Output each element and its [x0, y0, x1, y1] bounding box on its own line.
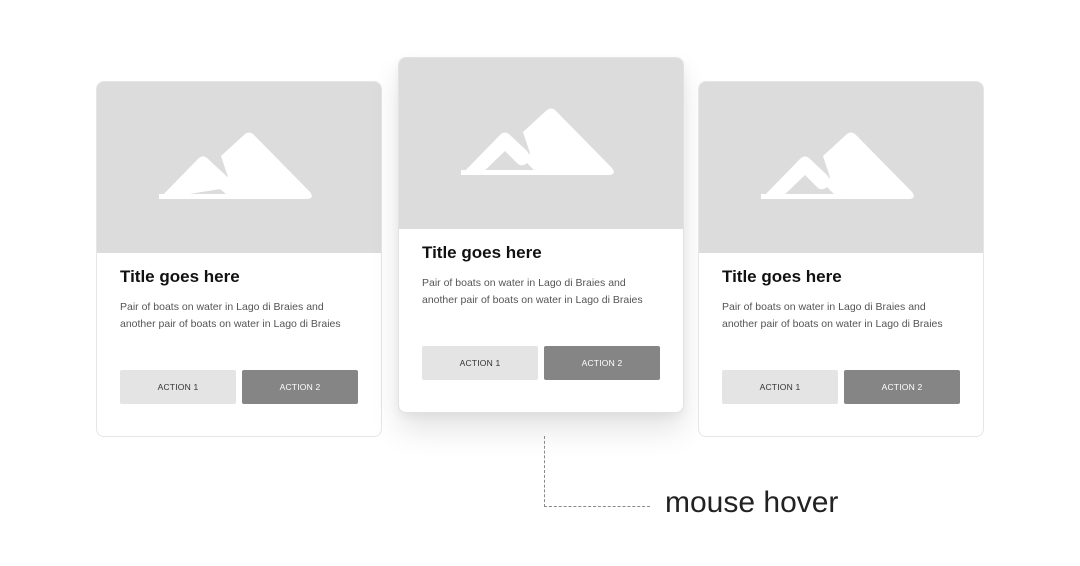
card[interactable]: Title goes here Pair of boats on water i…: [698, 81, 984, 437]
mountain-icon: [461, 108, 614, 175]
action-2-button[interactable]: ACTION 2: [544, 346, 660, 380]
action-1-button[interactable]: ACTION 1: [120, 370, 236, 404]
card-title: Title goes here: [422, 243, 542, 262]
card-description: Pair of boats on water in Lago di Braies…: [120, 301, 341, 330]
action-2-button[interactable]: ACTION 2: [242, 370, 358, 404]
hover-callout-line: [544, 436, 650, 507]
card-hovered[interactable]: Title goes here Pair of boats on water i…: [398, 57, 684, 413]
mountain-icon: [761, 132, 914, 199]
image-placeholder: [699, 82, 983, 253]
card-showcase: Title goes here Pair of boats on water i…: [0, 0, 1080, 566]
hover-annotation-label: mouse hover: [665, 486, 839, 519]
card-actions: ACTION 1 ACTION 2: [422, 346, 660, 380]
card-description: Pair of boats on water in Lago di Braies…: [422, 277, 643, 306]
image-placeholder: [97, 82, 381, 253]
card-description: Pair of boats on water in Lago di Braies…: [722, 301, 943, 330]
action-1-button[interactable]: ACTION 1: [722, 370, 838, 404]
card[interactable]: Title goes here Pair of boats on water i…: [96, 81, 382, 437]
action-2-button[interactable]: ACTION 2: [844, 370, 960, 404]
card-actions: ACTION 1 ACTION 2: [120, 370, 358, 404]
card-title: Title goes here: [722, 267, 842, 286]
mountain-icon: [159, 132, 312, 199]
card-actions: ACTION 1 ACTION 2: [722, 370, 960, 404]
action-1-button[interactable]: ACTION 1: [422, 346, 538, 380]
card-title: Title goes here: [120, 267, 240, 286]
image-placeholder: [399, 58, 683, 229]
